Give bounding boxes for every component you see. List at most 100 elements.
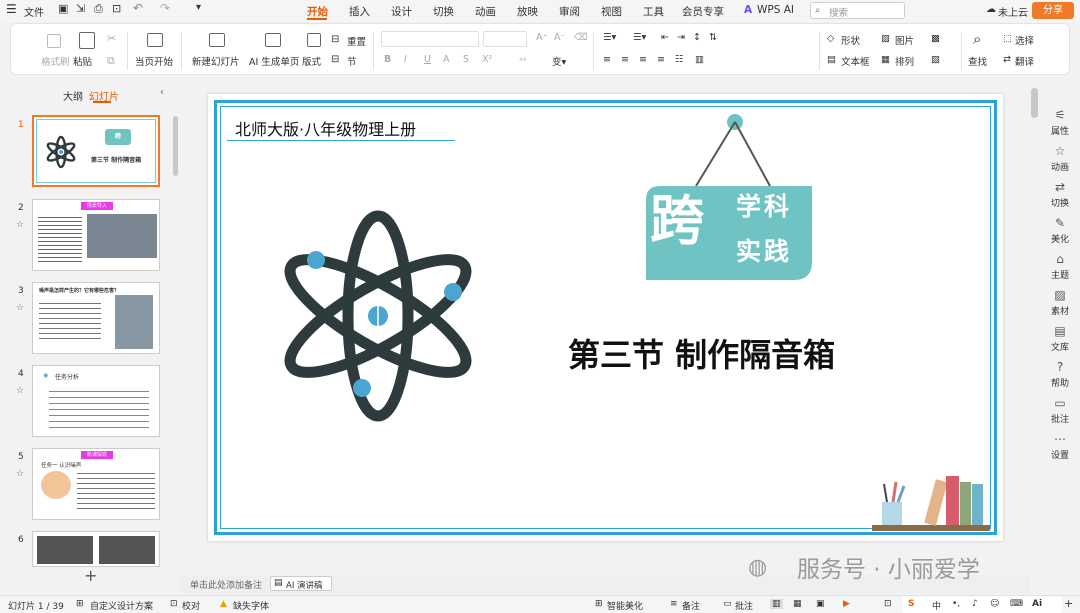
wps-ai-icon[interactable]: A xyxy=(744,4,752,16)
textbox-button[interactable]: 文本框 xyxy=(841,54,870,68)
align-center-icon[interactable]: ≡ xyxy=(621,54,629,65)
proof-button[interactable]: 校对 xyxy=(182,599,200,612)
library-button[interactable]: ▤ 文库 xyxy=(1040,324,1080,353)
cloud-status[interactable]: 未上云 xyxy=(998,4,1028,19)
translate-button[interactable]: 翻译 xyxy=(1015,54,1034,68)
slide-thumb-2[interactable]: 情景导入 xyxy=(32,199,160,271)
transition-button[interactable]: ⇄ 切换 xyxy=(1040,180,1080,209)
increase-font-icon[interactable]: A⁺ xyxy=(536,32,548,43)
tab-animations[interactable]: 动画 xyxy=(475,4,496,19)
panel-scrollbar[interactable] xyxy=(173,116,178,176)
redo-icon[interactable]: ↷ xyxy=(160,1,170,15)
bullets-icon[interactable]: ☰▾ xyxy=(603,32,616,43)
ai-notes-button[interactable]: ▤ AI 演讲稿 xyxy=(270,576,332,591)
line-spacing-icon[interactable]: ↕ xyxy=(693,32,701,43)
tab-insert[interactable]: 插入 xyxy=(349,4,370,19)
cut-icon[interactable]: ✂ xyxy=(107,32,116,45)
hamburger-icon[interactable]: ☰ xyxy=(6,2,17,16)
play-slideshow-icon[interactable]: ▶ xyxy=(843,599,850,609)
print-icon[interactable]: ⎙ xyxy=(94,2,103,16)
align-left-icon[interactable]: ≡ xyxy=(603,54,611,65)
copy-icon[interactable]: ⧉ xyxy=(107,54,115,68)
slide-title[interactable]: 第三节 制作隔音箱 xyxy=(568,330,835,376)
clear-format-icon[interactable]: ⌫ xyxy=(574,32,587,43)
italic-icon[interactable]: I xyxy=(404,54,407,65)
tab-view[interactable]: 视图 xyxy=(601,4,622,19)
file-menu[interactable]: 文件 xyxy=(24,4,44,19)
text-color-icon[interactable]: A xyxy=(443,54,450,65)
missing-font-button[interactable]: 缺失字体 xyxy=(233,599,269,612)
shape-button[interactable]: 形状 xyxy=(841,33,860,47)
ime-lang[interactable]: 中 xyxy=(932,599,941,612)
more-icon[interactable]: ▾ xyxy=(196,2,201,13)
numbering-icon[interactable]: ☰▾ xyxy=(633,32,646,43)
zoom-in-icon[interactable]: + xyxy=(1064,597,1073,610)
save-icon[interactable]: ▣ xyxy=(58,2,68,15)
tab-transitions[interactable]: 切换 xyxy=(433,4,454,19)
distribute-icon[interactable]: ☷ xyxy=(675,54,684,65)
design-scheme-button[interactable]: 自定义设计方案 xyxy=(90,599,153,612)
notes-placeholder[interactable]: 单击此处添加备注 xyxy=(190,578,262,591)
ai-single-button[interactable]: AI 生成单页 xyxy=(249,54,299,68)
ime-mic-icon[interactable]: ♪ xyxy=(972,599,978,609)
normal-view-icon[interactable]: ▥ xyxy=(770,599,783,609)
chinese-format-icon[interactable]: 变▾ xyxy=(552,54,566,68)
ime-emoji-icon[interactable]: ☺ xyxy=(990,599,999,609)
tab-wps-ai[interactable]: WPS AI xyxy=(757,4,794,16)
preview-icon[interactable]: ⊡ xyxy=(112,2,121,15)
export-icon[interactable]: ⇲ xyxy=(76,2,85,15)
slide-scrollbar[interactable] xyxy=(1031,88,1038,118)
ime-logo-icon[interactable]: S xyxy=(908,599,914,609)
material-button[interactable]: ▨ 素材 xyxy=(1040,288,1080,317)
format-painter-button[interactable]: 格式刷 xyxy=(41,54,70,68)
tab-review[interactable]: 审阅 xyxy=(559,4,580,19)
share-button[interactable]: 分享 xyxy=(1032,2,1074,19)
section-button[interactable]: 节 xyxy=(347,54,357,68)
slide-thumb-3[interactable]: 噪声是怎样产生的？它有哪些危害？ xyxy=(32,282,160,354)
ime-keyboard-icon[interactable]: ⌨ xyxy=(1010,599,1023,609)
tab-tools[interactable]: 工具 xyxy=(643,4,664,19)
tab-home[interactable]: 开始 xyxy=(307,4,328,19)
style-icon[interactable]: ▩ xyxy=(931,33,940,44)
paste-button[interactable]: 粘贴 xyxy=(73,54,92,68)
from-current-button[interactable]: 当页开始 xyxy=(135,54,173,68)
slide-thumb-4[interactable]: ◉ 任务分析 xyxy=(32,365,160,437)
justify-icon[interactable]: ≡ xyxy=(657,54,665,65)
settings-button[interactable]: ⋯ 设置 xyxy=(1040,432,1080,461)
ime-punct-icon[interactable]: •, xyxy=(952,599,960,609)
slide-thumb-1[interactable]: 跨 第三节 制作隔音箱 xyxy=(32,115,160,187)
tab-outline[interactable]: 大纲 xyxy=(63,88,83,103)
smart-beautify-button[interactable]: 智能美化 xyxy=(607,599,643,612)
theme-button[interactable]: ⌂ 主题 xyxy=(1040,252,1080,281)
find-button[interactable]: 查找 xyxy=(968,54,987,68)
comments-toggle-button[interactable]: 批注 xyxy=(735,599,753,612)
spacing-icon[interactable]: ⇿ xyxy=(519,54,527,65)
bold-icon[interactable]: B xyxy=(384,54,391,65)
search-box[interactable]: ⌕ 搜索 xyxy=(810,2,905,19)
fill-icon[interactable]: ▧ xyxy=(931,54,940,65)
help-button[interactable]: ? 帮助 xyxy=(1040,360,1080,389)
picture-button[interactable]: 图片 xyxy=(895,33,914,47)
select-button[interactable]: 选择 xyxy=(1015,33,1034,47)
undo-icon[interactable]: ↶ xyxy=(133,1,143,15)
tab-slideshow[interactable]: 放映 xyxy=(517,4,538,19)
text-direction-icon[interactable]: ⇅ xyxy=(709,32,717,43)
new-slide-button[interactable]: 新建幻灯片 xyxy=(192,54,240,68)
tab-member[interactable]: 会员专享 xyxy=(682,4,724,19)
outdent-icon[interactable]: ⇥ xyxy=(677,32,685,43)
align-right-icon[interactable]: ≡ xyxy=(639,54,647,65)
font-family-select[interactable] xyxy=(381,31,479,47)
ime-ai-button[interactable]: Ai xyxy=(1032,599,1042,609)
underline-icon[interactable]: U xyxy=(424,54,431,65)
add-slide-button[interactable]: + xyxy=(84,566,97,585)
decrease-font-icon[interactable]: A⁻ xyxy=(554,32,566,43)
superscript-icon[interactable]: X² xyxy=(482,54,492,65)
tab-design[interactable]: 设计 xyxy=(391,4,412,19)
columns-icon[interactable]: ▥ xyxy=(695,54,704,65)
arrange-button[interactable]: 排列 xyxy=(895,54,914,68)
indent-icon[interactable]: ⇤ xyxy=(661,32,669,43)
animation-button[interactable]: ☆ 动画 xyxy=(1040,144,1080,173)
beautify-button[interactable]: ✎ 美化 xyxy=(1040,216,1080,245)
layout-button[interactable]: 版式 xyxy=(302,54,321,68)
collapse-panel-icon[interactable]: ‹ xyxy=(160,87,164,98)
